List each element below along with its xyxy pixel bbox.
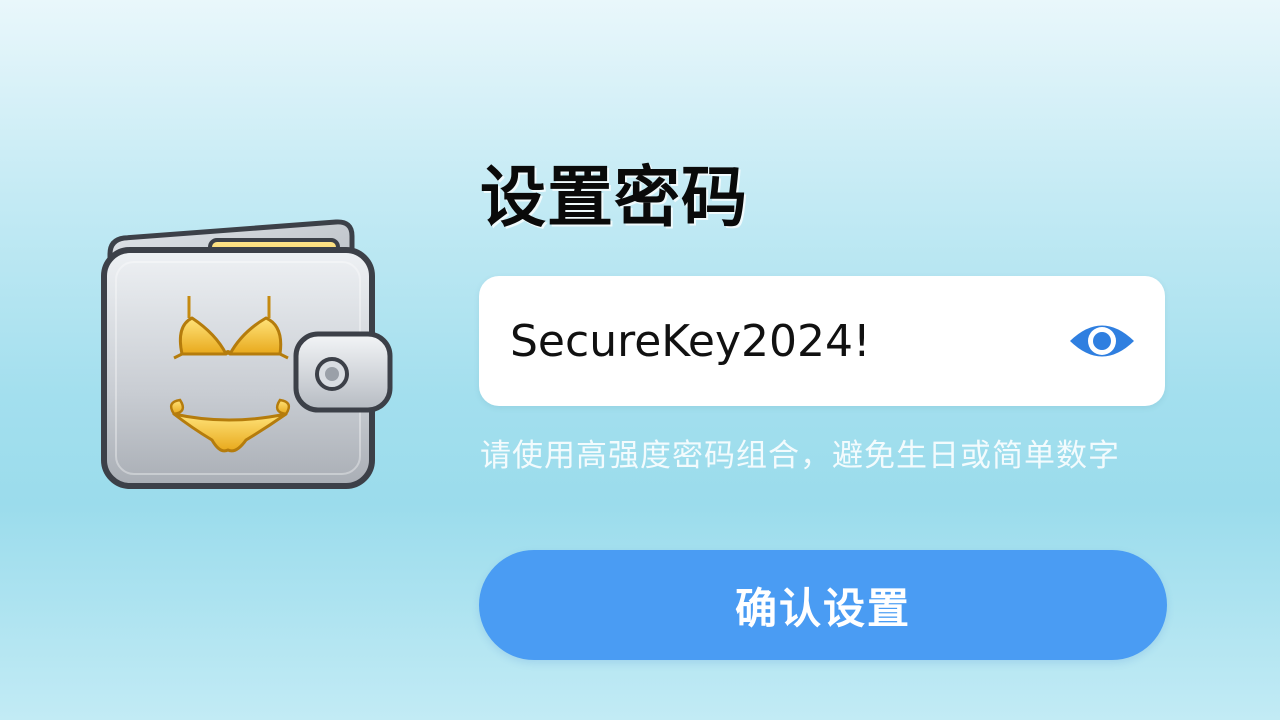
- password-field[interactable]: [479, 276, 1165, 406]
- confirm-button[interactable]: 确认设置: [479, 550, 1167, 660]
- eye-icon[interactable]: [1067, 316, 1137, 366]
- password-input[interactable]: [510, 310, 1030, 372]
- wallet-illustration: [96, 214, 396, 494]
- password-hint: 请使用高强度密码组合，避免生日或简单数字: [480, 438, 1120, 474]
- page-title: 设置密码: [480, 159, 748, 236]
